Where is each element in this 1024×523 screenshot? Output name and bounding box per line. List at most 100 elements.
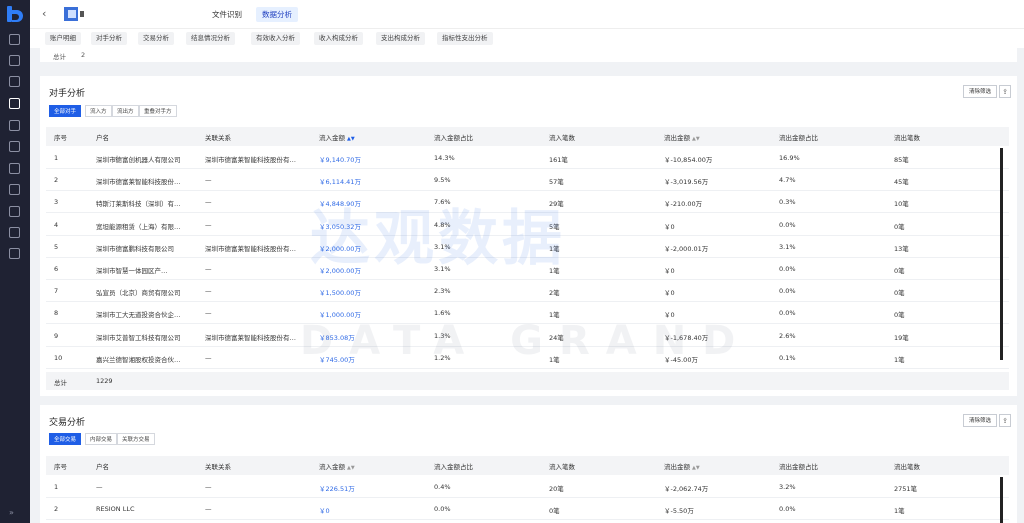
back-icon[interactable]: ‹ bbox=[42, 7, 46, 20]
nav-check-icon[interactable] bbox=[9, 55, 20, 66]
transaction-title: 交易分析 bbox=[49, 418, 86, 428]
table-header: 序号 户名 关联关系 流入金额 ▲▼ 流入金额占比 流入笔数 流出金额 ▲▼ 流出金… bbox=[46, 127, 1009, 146]
table-scrollbar[interactable] bbox=[1000, 148, 1003, 360]
subtab-interest[interactable]: 结息情况分析 bbox=[186, 32, 235, 45]
cell-inflow-amount[interactable]: ￥226.51万 bbox=[319, 483, 355, 493]
cell-outflow-count: 10笔 bbox=[894, 200, 909, 209]
col-inflow-amount[interactable]: 流入金额 ▲▼ bbox=[319, 461, 355, 471]
subtab-income-structure[interactable]: 收入构成分析 bbox=[314, 32, 363, 45]
tab-data-analysis[interactable]: 数据分析 bbox=[256, 7, 298, 22]
subtab-effective-income[interactable]: 有效收入分析 bbox=[251, 32, 300, 45]
nav-table-icon[interactable] bbox=[9, 184, 20, 195]
filter-all-counterparty[interactable]: 全部对手 bbox=[49, 105, 82, 117]
clear-filter-button[interactable]: 清除筛选 bbox=[962, 414, 997, 427]
cell-inflow-amount[interactable]: ￥853.08万 bbox=[319, 332, 355, 342]
cell-name: 深圳市德富创机器人有限公司 bbox=[96, 156, 181, 164]
cell-outflow-amount: ￥-2,000.01万 bbox=[664, 244, 709, 253]
cell-relation: — bbox=[205, 220, 212, 229]
export-icon[interactable]: ⇪ bbox=[999, 85, 1011, 98]
cell-inflow-ratio: 2.3% bbox=[434, 287, 451, 296]
cell-inflow-count: 57笔 bbox=[549, 178, 564, 187]
analysis-subnav: 账户明细 对手分析 交易分析 结息情况分析 有效收入分析 收入构成分析 支出构成… bbox=[30, 28, 1024, 48]
table-row[interactable]: 9 深圳市艾普智工科技有限公司 深圳市德富莱智能科技股份有… ￥853.08万 1.3%… bbox=[46, 325, 1009, 347]
filter-overlap[interactable]: 重叠对手方 bbox=[139, 105, 177, 117]
nav-report-icon[interactable] bbox=[9, 248, 20, 259]
cell-inflow-amount[interactable]: ￥1,500.00万 bbox=[319, 287, 361, 297]
filter-related[interactable]: 关联方交易 bbox=[117, 433, 155, 445]
cell-inflow-count: 1笔 bbox=[549, 355, 560, 364]
cell-relation: — bbox=[205, 265, 212, 273]
table-row[interactable]: 2 深圳市德富莱智能科技股份… — ￥6,114.41万 9.5% 57笔 ￥-3,019.… bbox=[46, 169, 1009, 192]
cell-relation: — bbox=[205, 309, 212, 318]
table-scrollbar[interactable] bbox=[1000, 477, 1003, 523]
expand-sidebar-icon[interactable]: » bbox=[9, 509, 14, 517]
table-row[interactable]: 1 深圳市德富创机器人有限公司 深圳市德富莱智能科技股份有… ￥9,140.70万 14… bbox=[46, 147, 1009, 169]
table-row[interactable]: 5 深圳市德富鹏科技有限公司 深圳市德富莱智能科技股份有… ￥2,000.00万 3.1… bbox=[46, 236, 1009, 258]
cell-inflow-amount[interactable]: ￥4,848.90万 bbox=[319, 198, 361, 208]
nav-bank-icon[interactable] bbox=[9, 120, 20, 131]
cell-relation: 深圳市德富莱智能科技股份有… bbox=[205, 244, 296, 253]
filter-all-transaction[interactable]: 全部交易 bbox=[49, 433, 82, 445]
table-row[interactable]: 7 弘宣员（北京）商贸有限公司 — ￥1,500.00万 2.3% 2笔 ￥0 0.0% 0笔 bbox=[46, 280, 1009, 303]
filter-inflow[interactable]: 流入方 bbox=[85, 105, 112, 117]
subtab-account-detail[interactable]: 账户明细 bbox=[45, 32, 81, 45]
cell-relation: — bbox=[205, 505, 212, 514]
filter-internal[interactable]: 内部交易 bbox=[85, 433, 118, 445]
cell-inflow-amount[interactable]: ￥9,140.70万 bbox=[319, 154, 361, 164]
table-row[interactable]: 4 宽坦能源租赁（上海）有限… — ￥3,050.32万 4.8% 5笔 ￥0 0.0% 0笔 bbox=[46, 214, 1009, 236]
cell-index: 6 bbox=[54, 265, 59, 273]
col-index: 序号 bbox=[54, 134, 67, 142]
table-row[interactable]: 3 特斯汀莱斯科技（深圳）有… — ￥4,848.90万 7.6% 29笔 ￥-210.00… bbox=[46, 191, 1009, 214]
sort-icon[interactable]: ▲▼ bbox=[347, 465, 355, 471]
cell-outflow-ratio: 0.0% bbox=[779, 220, 796, 229]
col-outflow-amount[interactable]: 流出金额 ▲▼ bbox=[664, 461, 700, 471]
cell-inflow-amount[interactable]: ￥2,000.00万 bbox=[319, 243, 361, 253]
sort-icon[interactable]: ▲▼ bbox=[692, 136, 700, 142]
cell-inflow-ratio: 7.6% bbox=[434, 198, 451, 207]
cell-index: 3 bbox=[54, 198, 59, 207]
cell-outflow-ratio: 4.7% bbox=[779, 176, 796, 185]
cell-outflow-amount: ￥-10,854.00万 bbox=[664, 156, 713, 164]
table-row[interactable]: 6 深圳市智慧一体园区产… — ￥2,000.00万 3.1% 1笔 ￥0 0.0% 0笔 bbox=[46, 258, 1009, 280]
table-row[interactable]: 10 嘉兴兰德智湘股权投资合伙… — ￥745.00万 1.2% 1笔 ￥-45.00万 0.… bbox=[46, 347, 1009, 369]
export-icon[interactable]: ⇪ bbox=[999, 414, 1011, 427]
hand-cursor-icon: ☝ bbox=[113, 155, 119, 165]
tab-file-recognition[interactable]: 文件识别 bbox=[206, 7, 248, 22]
cell-inflow-amount[interactable]: ￥0 bbox=[319, 505, 330, 515]
cell-inflow-amount[interactable]: ￥3,050.32万 bbox=[319, 221, 361, 231]
cell-outflow-ratio: 16.9% bbox=[779, 154, 800, 162]
table-row[interactable]: 1 — — ￥226.51万 0.4% 20笔 ￥-2,062.74万 3.2% 2751笔 bbox=[46, 476, 1009, 498]
subtab-indicative-expense[interactable]: 指标性支出分析 bbox=[437, 32, 493, 45]
cell-inflow-ratio: 1.3% bbox=[434, 331, 451, 340]
clear-filter-button[interactable]: 清除筛选 bbox=[962, 85, 997, 98]
nav-file-icon[interactable] bbox=[9, 141, 20, 152]
cell-inflow-amount[interactable]: ￥2,000.00万 bbox=[319, 265, 361, 275]
sort-icon[interactable]: ▲▼ bbox=[347, 136, 355, 142]
cell-inflow-amount[interactable]: ￥6,114.41万 bbox=[319, 176, 361, 186]
nav-doc-icon[interactable] bbox=[9, 76, 20, 87]
filter-outflow[interactable]: 流出方 bbox=[112, 105, 139, 117]
col-outflow-amount[interactable]: 流出金额 ▲▼ bbox=[664, 132, 700, 142]
cell-inflow-amount[interactable]: ￥1,000.00万 bbox=[319, 309, 361, 319]
cell-outflow-count: 1笔 bbox=[894, 507, 905, 516]
nav-grid-icon[interactable] bbox=[9, 34, 20, 45]
nav-task-icon[interactable] bbox=[9, 98, 20, 109]
nav-copy-icon[interactable] bbox=[9, 163, 20, 174]
nav-tool-icon[interactable] bbox=[9, 206, 20, 217]
table-row[interactable]: 2 RESION LLC — ￥0 0.0% 0笔 ￥-5.50万 0.0% 1笔 bbox=[46, 498, 1009, 521]
subtab-expense-structure[interactable]: 支出构成分析 bbox=[376, 32, 425, 45]
cell-inflow-count: 1笔 bbox=[549, 311, 560, 320]
table-row[interactable]: 8 深圳市工大无道投资合伙企… — ￥1,000.00万 1.6% 1笔 ￥0 0.0% 0笔 bbox=[46, 302, 1009, 325]
sort-icon[interactable]: ▲▼ bbox=[692, 465, 700, 471]
subtab-transaction[interactable]: 交易分析 bbox=[138, 32, 174, 45]
nav-settings-icon[interactable] bbox=[9, 227, 20, 238]
cell-inflow-amount[interactable]: ￥745.00万 bbox=[319, 354, 355, 364]
cell-outflow-amount: ￥-5.50万 bbox=[664, 507, 694, 516]
cell-outflow-count: 0笔 bbox=[894, 222, 905, 231]
col-inflow-amount[interactable]: 流入金额 ▲▼ bbox=[319, 132, 355, 142]
total-label: 总计 bbox=[54, 379, 67, 387]
cell-outflow-amount: ￥0 bbox=[664, 222, 675, 231]
app-logo-icon[interactable] bbox=[6, 6, 24, 22]
subtab-counterparty[interactable]: 对手分析 bbox=[91, 32, 127, 45]
left-sidebar: » bbox=[0, 0, 30, 523]
